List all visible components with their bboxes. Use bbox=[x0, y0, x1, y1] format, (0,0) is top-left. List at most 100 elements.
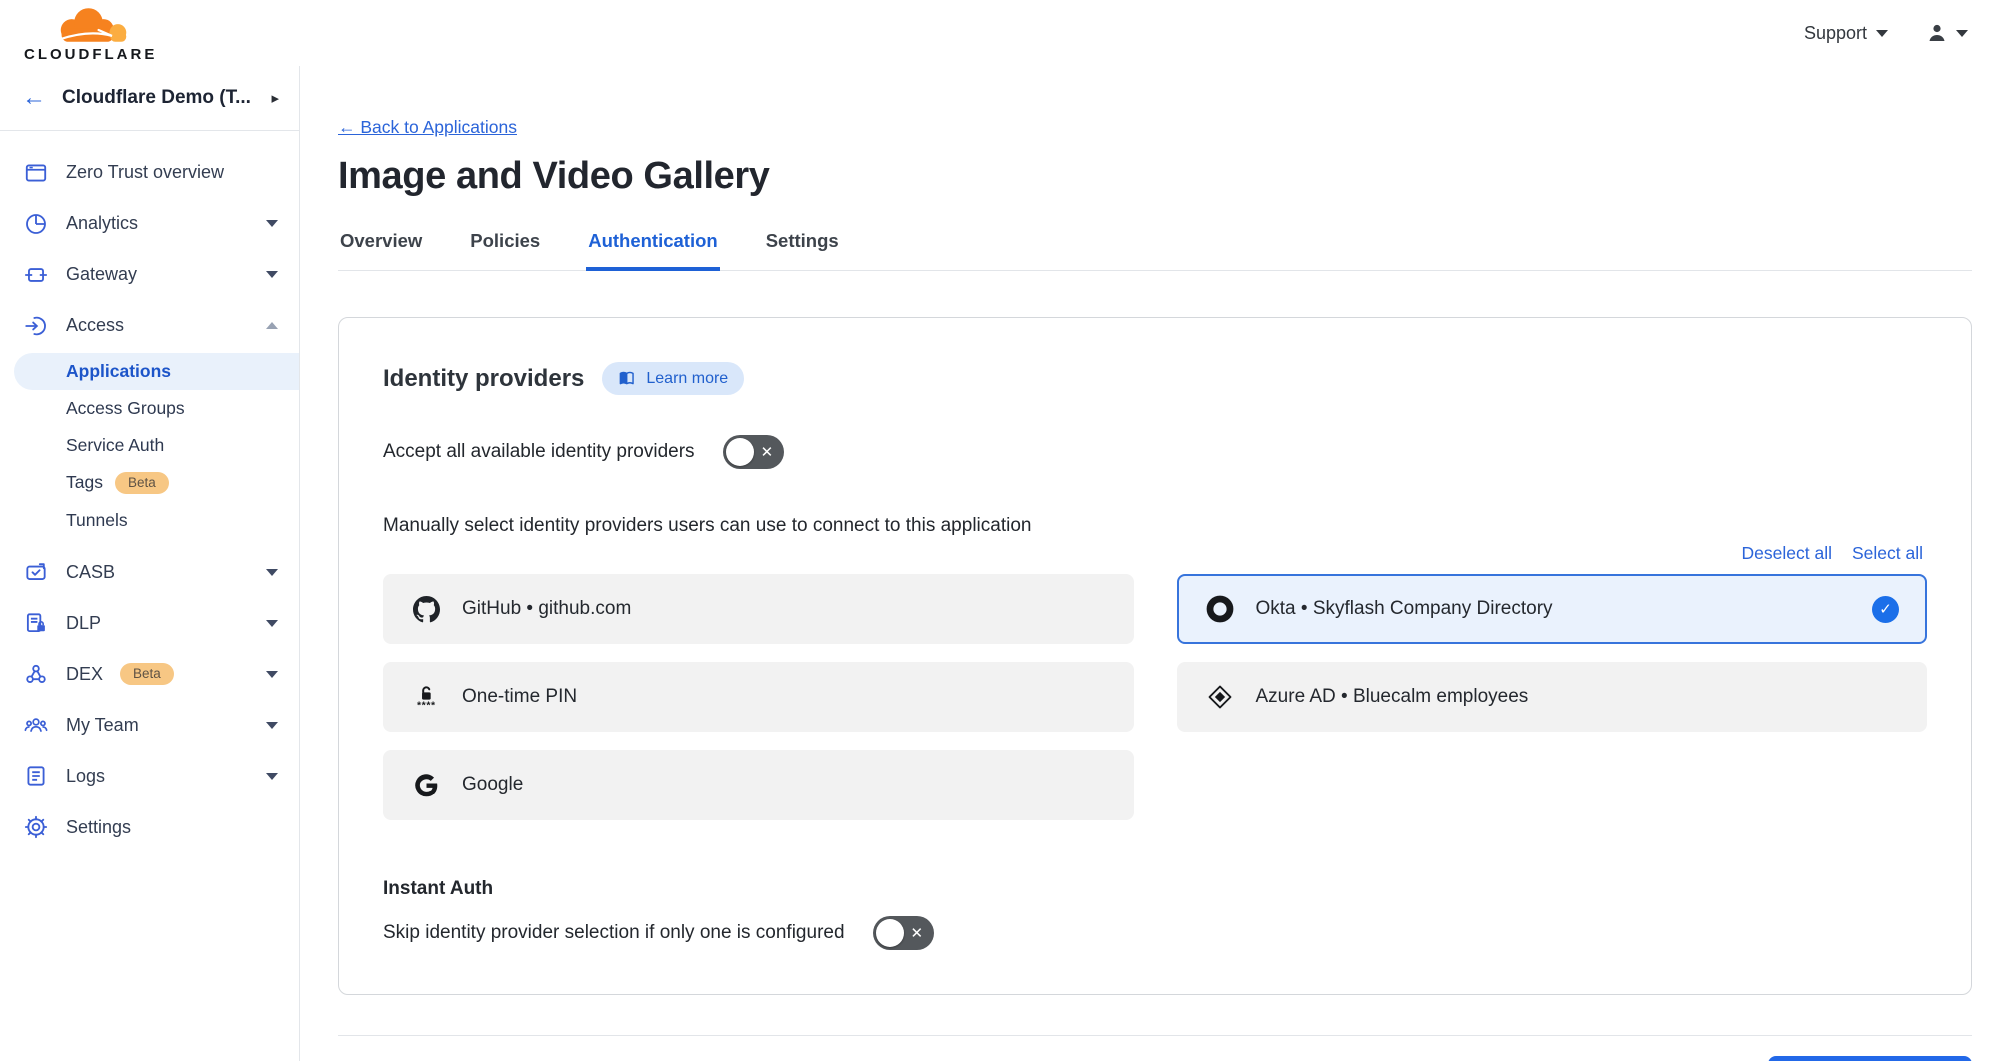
sidebar-item-logs[interactable]: Logs bbox=[0, 751, 299, 802]
provider-grid: GitHub • github.com Okta • Skyflash Comp… bbox=[383, 574, 1927, 820]
casb-box-check-icon bbox=[22, 559, 49, 586]
accept-all-toggle[interactable]: ✕ bbox=[723, 435, 784, 469]
team-icon bbox=[22, 712, 49, 739]
chevron-down-icon bbox=[265, 670, 279, 679]
learn-more-label: Learn more bbox=[646, 370, 728, 388]
gateway-icon bbox=[22, 261, 49, 288]
instant-auth-toggle[interactable]: ✕ bbox=[873, 916, 934, 950]
sidebar-item-dlp[interactable]: DLP bbox=[0, 598, 299, 649]
sidebar-item-label: DEX bbox=[66, 664, 103, 685]
account-switcher[interactable]: ← Cloudflare Demo (T... ▸ bbox=[0, 66, 299, 131]
learn-more-badge[interactable]: Learn more bbox=[602, 362, 744, 395]
provider-tile-one-time-pin[interactable]: **** One-time PIN bbox=[383, 662, 1134, 732]
provider-tile-okta[interactable]: Okta • Skyflash Company Directory ✓ bbox=[1177, 574, 1928, 644]
beta-badge: Beta bbox=[120, 663, 174, 685]
card-title: Identity providers bbox=[383, 365, 584, 393]
sidebar-item-access[interactable]: Access bbox=[0, 300, 299, 351]
chevron-down-icon bbox=[265, 568, 279, 577]
tab-settings[interactable]: Settings bbox=[764, 222, 841, 271]
sidebar-item-label: Analytics bbox=[66, 213, 138, 234]
accept-all-label: Accept all available identity providers bbox=[383, 441, 695, 463]
okta-icon bbox=[1205, 594, 1235, 624]
azure-ad-icon bbox=[1205, 682, 1235, 712]
support-menu[interactable]: Support bbox=[1804, 23, 1889, 44]
sidebar-item-my-team[interactable]: My Team bbox=[0, 700, 299, 751]
sidebar-item-analytics[interactable]: Analytics bbox=[0, 198, 299, 249]
provider-tile-azure-ad[interactable]: Azure AD • Bluecalm employees bbox=[1177, 662, 1928, 732]
page-title: Image and Video Gallery bbox=[338, 155, 1972, 198]
cloudflare-wordmark: CLOUDFLARE bbox=[24, 47, 157, 62]
provider-name: Azure AD • Bluecalm employees bbox=[1256, 686, 1529, 708]
chevron-down-icon bbox=[265, 772, 279, 781]
sidebar-item-tunnels[interactable]: Tunnels bbox=[0, 502, 299, 539]
sidebar-item-gateway[interactable]: Gateway bbox=[0, 249, 299, 300]
svg-text:****: **** bbox=[417, 699, 436, 711]
provider-tile-google[interactable]: Google bbox=[383, 750, 1134, 820]
cloudflare-cloud-icon bbox=[43, 4, 139, 46]
sidebar-item-label: Access Groups bbox=[66, 398, 185, 419]
sidebar-item-label: Gateway bbox=[66, 264, 137, 285]
page-footer: Cancel Save application bbox=[338, 1035, 1972, 1061]
back-to-applications-link[interactable]: ← Back to Applications bbox=[338, 117, 517, 138]
beta-badge: Beta bbox=[115, 472, 169, 494]
manual-select-label: Manually select identity providers users… bbox=[383, 515, 1927, 537]
network-nodes-icon bbox=[22, 661, 49, 688]
toggle-knob bbox=[876, 919, 904, 947]
sidebar-item-label: DLP bbox=[66, 613, 101, 634]
one-time-pin-icon: **** bbox=[411, 682, 441, 712]
chevron-down-icon bbox=[265, 721, 279, 730]
identity-providers-card: Identity providers Learn more Accept all… bbox=[338, 317, 1972, 995]
sidebar-item-label: Service Auth bbox=[66, 435, 164, 456]
sidebar-item-label: Access bbox=[66, 315, 124, 336]
sidebar-item-settings[interactable]: Settings bbox=[0, 802, 299, 853]
logs-document-icon bbox=[22, 763, 49, 790]
access-login-icon bbox=[22, 312, 49, 339]
access-submenu: Applications Access Groups Service Auth … bbox=[0, 353, 299, 539]
cloudflare-logo[interactable]: CLOUDFLARE bbox=[24, 4, 157, 62]
gear-icon bbox=[22, 814, 49, 841]
provider-name: GitHub • github.com bbox=[462, 598, 631, 620]
chevron-up-icon bbox=[265, 321, 279, 330]
sidebar-item-label: Zero Trust overview bbox=[66, 162, 224, 183]
document-lock-icon bbox=[22, 610, 49, 637]
sidebar: ← Cloudflare Demo (T... ▸ Zero Trust ove… bbox=[0, 66, 300, 1061]
chevron-right-icon[interactable]: ▸ bbox=[271, 89, 279, 107]
chevron-down-icon bbox=[265, 219, 279, 228]
tab-authentication[interactable]: Authentication bbox=[586, 222, 720, 271]
google-icon bbox=[411, 770, 441, 800]
book-icon bbox=[618, 369, 637, 388]
sidebar-item-applications[interactable]: Applications bbox=[14, 353, 299, 390]
deselect-all-link[interactable]: Deselect all bbox=[1742, 543, 1832, 564]
back-arrow-icon[interactable]: ← bbox=[22, 86, 46, 110]
sidebar-item-label: Tunnels bbox=[66, 510, 128, 531]
chevron-down-icon bbox=[1875, 29, 1889, 38]
toggle-knob bbox=[726, 438, 754, 466]
sidebar-item-label: CASB bbox=[66, 562, 115, 583]
instant-auth-label: Skip identity provider selection if only… bbox=[383, 922, 845, 944]
github-icon bbox=[411, 594, 441, 624]
sidebar-item-label: Tags bbox=[66, 472, 103, 493]
user-icon bbox=[1925, 21, 1949, 45]
chevron-down-icon bbox=[265, 619, 279, 628]
sidebar-item-service-auth[interactable]: Service Auth bbox=[0, 427, 299, 464]
topbar: CLOUDFLARE Support bbox=[0, 0, 1999, 66]
sidebar-item-dex[interactable]: DEX Beta bbox=[0, 649, 299, 700]
account-name: Cloudflare Demo (T... bbox=[62, 87, 251, 109]
sidebar-item-label: Settings bbox=[66, 817, 131, 838]
provider-name: Google bbox=[462, 774, 523, 796]
sidebar-item-tags[interactable]: Tags Beta bbox=[0, 464, 299, 502]
sidebar-item-casb[interactable]: CASB bbox=[0, 547, 299, 598]
provider-name: Okta • Skyflash Company Directory bbox=[1256, 598, 1553, 620]
sidebar-item-access-groups[interactable]: Access Groups bbox=[0, 390, 299, 427]
chevron-down-icon bbox=[1955, 29, 1969, 38]
select-all-link[interactable]: Select all bbox=[1852, 543, 1923, 564]
user-menu[interactable] bbox=[1925, 21, 1969, 45]
tab-overview[interactable]: Overview bbox=[338, 222, 424, 271]
sidebar-nav: Zero Trust overview Analytics Gateway bbox=[0, 131, 299, 853]
tab-policies[interactable]: Policies bbox=[468, 222, 542, 271]
save-application-button[interactable]: Save application bbox=[1768, 1056, 1972, 1061]
support-label: Support bbox=[1804, 23, 1867, 44]
sidebar-item-zero-trust-overview[interactable]: Zero Trust overview bbox=[0, 147, 299, 198]
sidebar-item-label: Logs bbox=[66, 766, 105, 787]
provider-tile-github[interactable]: GitHub • github.com bbox=[383, 574, 1134, 644]
